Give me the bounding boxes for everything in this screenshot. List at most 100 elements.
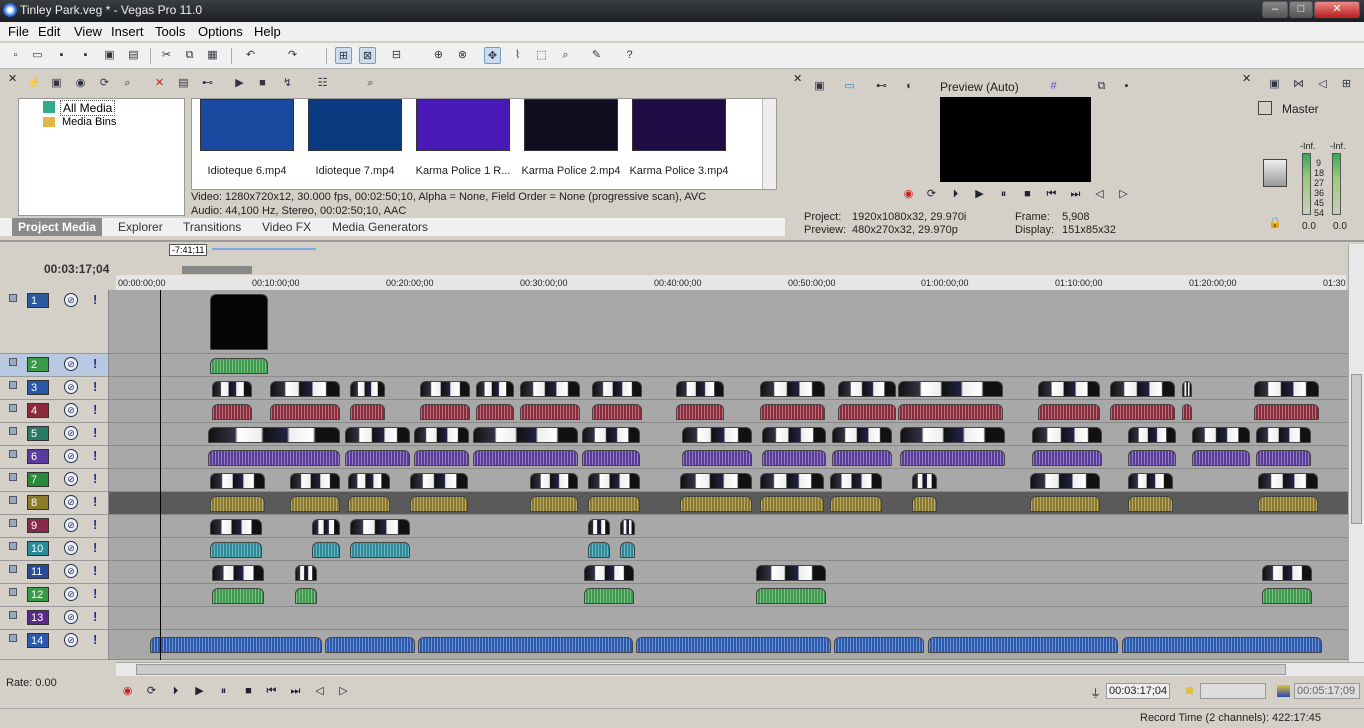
video-event[interactable]: [420, 380, 470, 397]
mixer-close-icon[interactable]: ✕: [1242, 72, 1251, 85]
solo-icon[interactable]: !: [93, 448, 99, 464]
solo-icon[interactable]: !: [93, 586, 99, 602]
audio-event[interactable]: [912, 495, 937, 512]
cursor-position-field[interactable]: 00:03:17;04: [1106, 683, 1170, 699]
solo-icon[interactable]: !: [93, 292, 99, 308]
video-event[interactable]: [1128, 472, 1173, 489]
audio-event[interactable]: [212, 403, 252, 420]
solo-icon[interactable]: !: [93, 632, 99, 648]
video-event[interactable]: [1262, 564, 1312, 581]
audio-event[interactable]: [350, 541, 410, 558]
play-preview-icon[interactable]: ▶: [231, 75, 248, 92]
solo-icon[interactable]: !: [93, 425, 99, 441]
video-event[interactable]: [760, 380, 825, 397]
audio-event[interactable]: [530, 495, 578, 512]
mute-icon[interactable]: ⊘: [64, 472, 78, 486]
audio-event[interactable]: [348, 495, 390, 512]
video-event[interactable]: [290, 472, 340, 489]
cut-icon[interactable]: ✂: [158, 47, 175, 64]
video-event[interactable]: [270, 380, 340, 397]
ripple-mode-icon[interactable]: ⊟: [388, 47, 405, 64]
video-event[interactable]: [348, 472, 390, 489]
video-event[interactable]: [900, 426, 1005, 443]
media-thumb-0[interactable]: [200, 99, 294, 151]
mute-icon[interactable]: ⊘: [64, 610, 78, 624]
track-header[interactable]: 4 ⊘ !: [0, 400, 109, 423]
play-button[interactable]: ▶: [192, 684, 207, 699]
video-event[interactable]: [584, 564, 634, 581]
prev-frame-icon[interactable]: ◁: [1092, 187, 1107, 202]
audio-event[interactable]: [760, 495, 824, 512]
audio-event[interactable]: [473, 449, 578, 466]
close-button[interactable]: ✕: [1314, 1, 1360, 18]
audio-event[interactable]: [756, 587, 826, 604]
mute-icon[interactable]: ⊘: [64, 357, 78, 371]
track-row[interactable]: 1 ⊘ !: [0, 290, 1348, 354]
undo-icon[interactable]: ↶: [242, 47, 259, 64]
pause-icon[interactable]: ⏸: [996, 187, 1011, 202]
menu-view[interactable]: View: [74, 24, 102, 39]
mute-icon[interactable]: ⊘: [64, 426, 78, 440]
next-frame-button[interactable]: ▷: [336, 684, 351, 699]
track-row[interactable]: 9 ⊘ !: [0, 515, 1348, 538]
track-header[interactable]: 11 ⊘ !: [0, 561, 109, 584]
properties-icon[interactable]: ▤: [125, 47, 142, 64]
audio-event[interactable]: [350, 403, 385, 420]
envelope-tool-icon[interactable]: ⌇: [509, 47, 526, 64]
video-event[interactable]: [1110, 380, 1175, 397]
audio-event[interactable]: [900, 449, 1005, 466]
track-header[interactable]: 7 ⊘ !: [0, 469, 109, 492]
audio-event[interactable]: [208, 449, 340, 466]
track-row[interactable]: 14 ⊘ !: [0, 630, 1348, 660]
menu-options[interactable]: Options: [198, 24, 243, 39]
video-event[interactable]: [1182, 380, 1192, 397]
video-event[interactable]: [1032, 426, 1102, 443]
selection-start-field[interactable]: [1200, 683, 1266, 699]
video-event[interactable]: [582, 426, 640, 443]
video-event[interactable]: [473, 426, 578, 443]
mute-icon[interactable]: ⊘: [64, 495, 78, 509]
video-event[interactable]: [588, 518, 610, 535]
solo-icon[interactable]: !: [93, 379, 99, 395]
preview-quality-select[interactable]: Preview (Auto): [940, 80, 1019, 94]
video-event[interactable]: [350, 518, 410, 535]
track-header[interactable]: 10 ⊘ !: [0, 538, 109, 561]
stop-icon[interactable]: ■: [1020, 187, 1035, 202]
track-row[interactable]: 13 ⊘ !: [0, 607, 1348, 630]
menu-edit[interactable]: Edit: [38, 24, 60, 39]
playhead-line[interactable]: [160, 290, 161, 660]
track-header[interactable]: 14 ⊘ !: [0, 630, 109, 660]
audio-event[interactable]: [290, 495, 340, 512]
audio-event[interactable]: [325, 637, 415, 653]
pause-button[interactable]: ⏸: [216, 684, 231, 699]
stop-button[interactable]: ■: [241, 684, 256, 699]
master-volume-fader[interactable]: [1263, 159, 1287, 187]
selection-tool-icon[interactable]: ⬚: [533, 47, 550, 64]
downmix-icon[interactable]: ⋈: [1290, 76, 1307, 93]
audio-event[interactable]: [588, 495, 640, 512]
dim-output-icon[interactable]: ◁: [1314, 76, 1331, 93]
audio-event[interactable]: [210, 495, 265, 512]
audio-event[interactable]: [1128, 449, 1176, 466]
media-thumb-4[interactable]: [632, 99, 726, 151]
video-event[interactable]: [312, 518, 340, 535]
track-minimize-icon[interactable]: [9, 542, 17, 550]
copy-snapshot-icon[interactable]: ⧉: [1093, 78, 1110, 95]
capture-video-icon[interactable]: ▣: [48, 75, 65, 92]
mute-icon[interactable]: ⊘: [64, 518, 78, 532]
play-icon[interactable]: ▶: [972, 187, 987, 202]
audio-event[interactable]: [1182, 403, 1192, 420]
media-thumb-2[interactable]: [416, 99, 510, 151]
track-row[interactable]: 10 ⊘ !: [0, 538, 1348, 561]
external-monitor-icon[interactable]: ▭: [841, 78, 858, 95]
video-fx-icon[interactable]: ⊷: [873, 78, 890, 95]
media-thumb-3[interactable]: [524, 99, 618, 151]
maximize-button[interactable]: □: [1289, 1, 1313, 18]
audio-event[interactable]: [1032, 449, 1102, 466]
video-event[interactable]: [588, 472, 640, 489]
stop-preview-icon[interactable]: ■: [254, 75, 271, 92]
get-media-icon[interactable]: ◉: [72, 75, 89, 92]
media-label-1[interactable]: Idioteque 7.mp4: [302, 165, 408, 177]
tab-explorer[interactable]: Explorer: [118, 220, 163, 234]
track-minimize-icon[interactable]: [9, 294, 17, 302]
